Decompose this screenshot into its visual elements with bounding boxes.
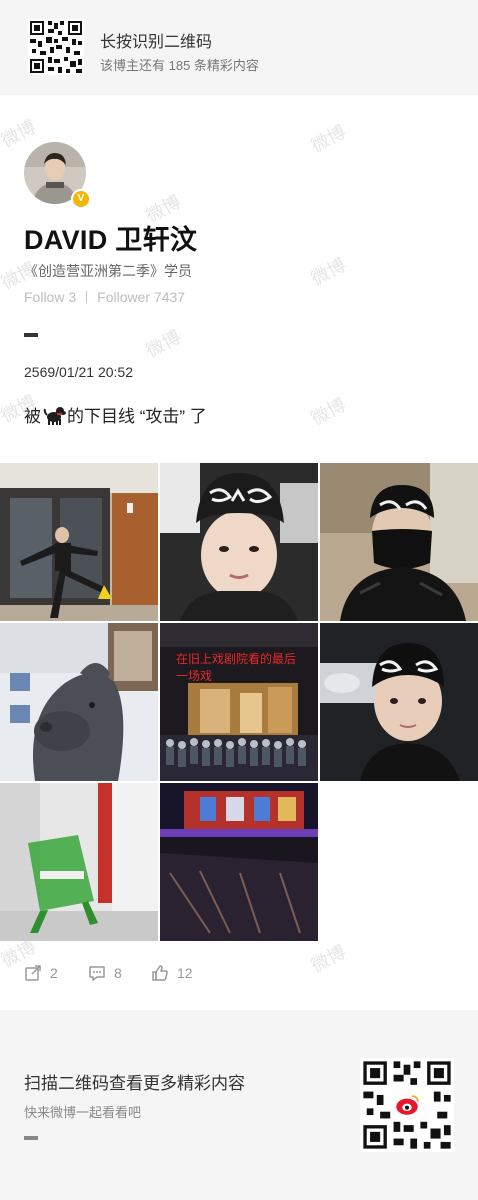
follow-stats: Follow 3 Follower 7437 [24,289,185,305]
divider [86,291,88,303]
repost-count: 2 [50,965,58,981]
post-photo-6[interactable] [320,623,478,781]
banner-title: 长按识别二维码 [100,34,213,51]
photo-caption: 在旧上戏剧院看的最后一场戏 [176,652,297,683]
section-divider [24,333,38,337]
repost-icon [25,965,41,981]
weibo-watermark: 微博 [142,326,185,363]
post-photo-4[interactable] [0,623,158,781]
banner-subtitle: 该博主还有 185 条精彩内容 [100,58,259,73]
bottom-divider [24,1136,38,1140]
bottom-banner-subtitle: 快来微博一起看看吧 [24,1105,142,1120]
post-photo-2[interactable] [160,463,318,621]
verified-badge-icon: V [71,189,91,209]
weibo-watermark: 微博 [307,121,350,158]
weibo-watermark: 微博 [307,941,350,978]
dog-icon [42,404,66,426]
post-photo-7[interactable] [0,783,158,941]
repost-button[interactable]: 2 [24,964,58,982]
following-count[interactable]: Follow 3 [24,289,76,305]
comment-button[interactable]: 8 [88,964,122,982]
follower-count[interactable]: Follower 7437 [97,289,185,305]
profile-name[interactable]: DAVID 卫轩汶 [24,218,197,257]
weibo-watermark: 微博 [307,394,350,431]
post-text-end: 的下目线 “攻击” 了 [67,407,207,426]
like-count: 12 [177,965,193,981]
post-photo-3[interactable] [320,463,478,621]
post-text: 被 的下目线 “攻击” 了 [24,402,207,427]
weibo-watermark: 微博 [307,254,350,291]
comment-count: 8 [114,965,122,981]
bottom-banner-title: 扫描二维码查看更多精彩内容 [24,1074,245,1093]
post-photo-5[interactable]: 在旧上戏剧院看的最后一场戏 [160,623,318,781]
weibo-watermark: 微博 [0,116,40,153]
weibo-qr-code-icon[interactable] [360,1058,454,1152]
post-text-start: 被 [24,407,41,426]
profile-description: 《创造营亚洲第二季》学员 [24,263,192,279]
like-thumb-icon [152,965,168,981]
qr-code-icon[interactable] [28,19,84,75]
post-timestamp: 2569/01/21 20:52 [24,364,133,380]
like-button[interactable]: 12 [151,964,193,982]
post-photo-8[interactable] [160,783,318,941]
post-photo-1[interactable] [0,463,158,621]
comment-icon [89,966,105,981]
